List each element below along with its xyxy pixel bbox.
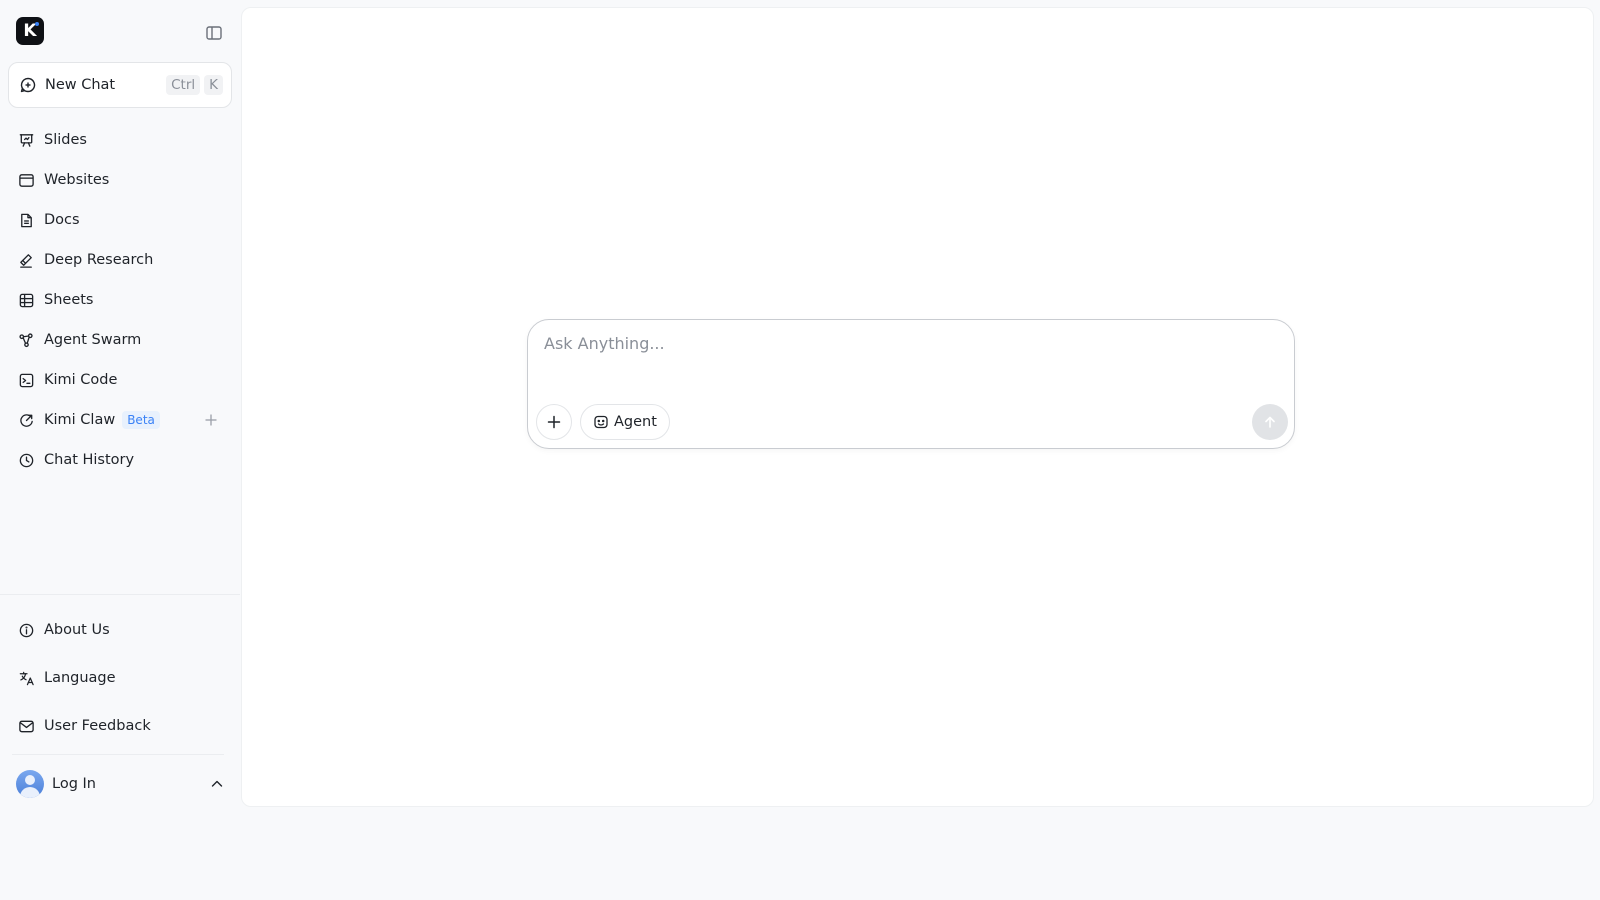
sidebar-item-kimi-code[interactable]: Kimi Code [8, 360, 232, 400]
sidebar-bottom-nav: About Us Language User Feedback [8, 606, 232, 750]
login-label: Log In [52, 776, 96, 792]
sidebar-panel-icon [206, 26, 222, 40]
sidebar-item-language[interactable]: Language [8, 654, 232, 702]
table-icon [17, 291, 35, 309]
login-button[interactable]: Log In [8, 766, 232, 802]
clock-icon [17, 451, 35, 469]
avatar-body [20, 787, 40, 798]
attach-button[interactable] [536, 404, 572, 440]
chat-composer: Agent [527, 319, 1295, 449]
sidebar-item-label: About Us [44, 622, 110, 638]
sidebar-item-label: Docs [44, 212, 80, 228]
sidebar-item-user-feedback[interactable]: User Feedback [8, 702, 232, 750]
sidebar-item-label: Chat History [44, 452, 135, 468]
chat-input[interactable] [544, 334, 1274, 394]
sidebar-item-label: Deep Research [44, 252, 154, 268]
sidebar-nav: Slides Websites Docs Deep Research Sheet… [8, 120, 232, 480]
sidebar-item-label: Agent Swarm [44, 332, 142, 348]
avatar [16, 770, 44, 798]
agent-label: Agent [614, 414, 657, 430]
sidebar-item-chat-history[interactable]: Chat History [8, 440, 232, 480]
sidebar-item-label: Sheets [44, 292, 94, 308]
sidebar-divider [0, 594, 240, 595]
logo-dot [35, 22, 39, 26]
sidebar-item-label: Kimi Claw [44, 412, 116, 428]
kimi-logo[interactable]: K [16, 17, 44, 45]
sidebar-item-docs[interactable]: Docs [8, 200, 232, 240]
sidebar-item-deep-research[interactable]: Deep Research [8, 240, 232, 280]
plus-icon [205, 414, 217, 426]
sidebar-item-label: User Feedback [44, 718, 151, 734]
sidebar-item-label: Websites [44, 172, 110, 188]
sidebar-item-label: Kimi Code [44, 372, 118, 388]
agent-mode-button[interactable]: Agent [580, 404, 670, 440]
send-button[interactable] [1252, 404, 1288, 440]
shortcut-key-k: K [204, 75, 223, 95]
add-claw-button[interactable] [202, 411, 220, 429]
avatar-head [25, 775, 35, 785]
sidebar-item-sheets[interactable]: Sheets [8, 280, 232, 320]
sidebar-toggle-button[interactable] [202, 21, 226, 45]
mail-icon [17, 717, 35, 735]
sidebar-item-about-us[interactable]: About Us [8, 606, 232, 654]
sidebar-item-websites[interactable]: Websites [8, 160, 232, 200]
swarm-icon [17, 331, 35, 349]
chevron-up-icon [208, 775, 226, 793]
shortcut-key-ctrl: Ctrl [166, 75, 201, 95]
translate-icon [17, 669, 35, 687]
presentation-icon [17, 131, 35, 149]
plus-icon [547, 415, 561, 429]
browser-window-icon [17, 171, 35, 189]
sidebar-item-agent-swarm[interactable]: Agent Swarm [8, 320, 232, 360]
claw-icon [17, 411, 35, 429]
new-chat-button[interactable]: New Chat Ctrl K [8, 62, 232, 108]
sidebar-item-slides[interactable]: Slides [8, 120, 232, 160]
agent-icon [594, 415, 608, 429]
arrow-up-icon [1265, 416, 1275, 428]
shortcut-hint: Ctrl K [166, 75, 223, 95]
app-root: K New Chat Ctrl K Slides Websites Docs D… [0, 0, 1600, 900]
terminal-icon [17, 371, 35, 389]
sidebar: K New Chat Ctrl K Slides Websites Docs D… [0, 0, 240, 900]
beta-badge: Beta [122, 411, 160, 429]
new-chat-label: New Chat [45, 77, 116, 93]
main-panel: Agent [241, 7, 1594, 807]
sidebar-item-label: Language [44, 670, 116, 686]
new-chat-icon [20, 77, 36, 93]
document-icon [17, 211, 35, 229]
info-icon [17, 621, 35, 639]
research-icon [17, 251, 35, 269]
sidebar-item-label: Slides [44, 132, 87, 148]
user-divider [12, 754, 224, 755]
sidebar-item-kimi-claw[interactable]: Kimi Claw Beta [8, 400, 232, 440]
